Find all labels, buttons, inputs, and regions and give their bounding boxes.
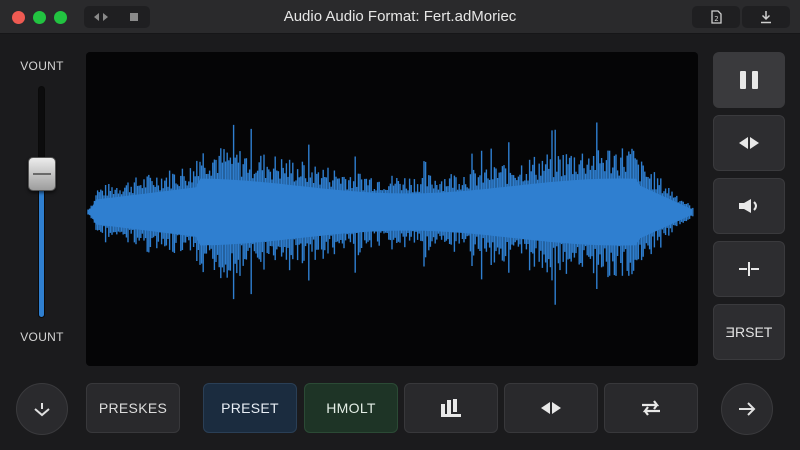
arrow-right-icon [739, 402, 756, 416]
svg-text:2: 2 [714, 15, 718, 23]
arrows-horizontal-button[interactable] [84, 6, 117, 28]
reset-button[interactable]: ƎRSET [713, 304, 785, 360]
window-title: Audio Audio Format: Fert.adMoriec [283, 8, 517, 25]
bars-button[interactable] [404, 383, 498, 433]
hmolt-button[interactable]: HMOLT [304, 383, 398, 433]
download-icon [761, 11, 771, 24]
diamond-arrows-icon [739, 137, 759, 149]
volume-slider-thumb[interactable] [28, 157, 56, 192]
volume-slider-fill [39, 174, 44, 317]
bars-icon [441, 399, 461, 417]
minimize-window-button[interactable] [33, 11, 46, 24]
waveform-graphic [87, 122, 694, 305]
waveform-bars [87, 122, 694, 305]
document-badge-icon: 2 [711, 10, 722, 24]
diamond-button[interactable] [504, 383, 598, 433]
chevron-down-icon [34, 403, 50, 417]
rewind-button[interactable] [713, 115, 785, 171]
speaker-button[interactable] [713, 178, 785, 234]
loop-button[interactable] [604, 383, 698, 433]
pause-icon [740, 71, 758, 89]
arrows-horizontal-icon [93, 13, 108, 21]
document-badge-button[interactable]: 2 [692, 6, 740, 28]
square-button[interactable] [117, 6, 150, 28]
preset-button[interactable]: PRESET [203, 383, 297, 433]
next-button[interactable] [721, 383, 773, 435]
split-cursor-icon [739, 262, 759, 276]
titlebar-tool-group [84, 6, 150, 28]
speaker-icon [739, 199, 757, 213]
volume-slider-track[interactable] [38, 86, 45, 318]
collapse-button[interactable] [16, 383, 68, 435]
preskes-button[interactable]: PRESKES [86, 383, 180, 433]
waveform-display[interactable] [86, 52, 698, 366]
diamond-arrows-icon [541, 402, 561, 414]
maximize-window-button[interactable] [54, 11, 67, 24]
close-window-button[interactable] [12, 11, 25, 24]
download-button[interactable] [742, 6, 790, 28]
title-bar: Audio Audio Format: Fert.adMoriec 2 [0, 0, 800, 34]
square-icon [129, 13, 138, 21]
loop-icon [642, 400, 660, 416]
volume-bottom-label: VOUNT [20, 330, 64, 344]
split-button[interactable] [713, 241, 785, 297]
volume-top-label: VOUNT [20, 59, 64, 73]
pause-button[interactable] [713, 52, 785, 108]
